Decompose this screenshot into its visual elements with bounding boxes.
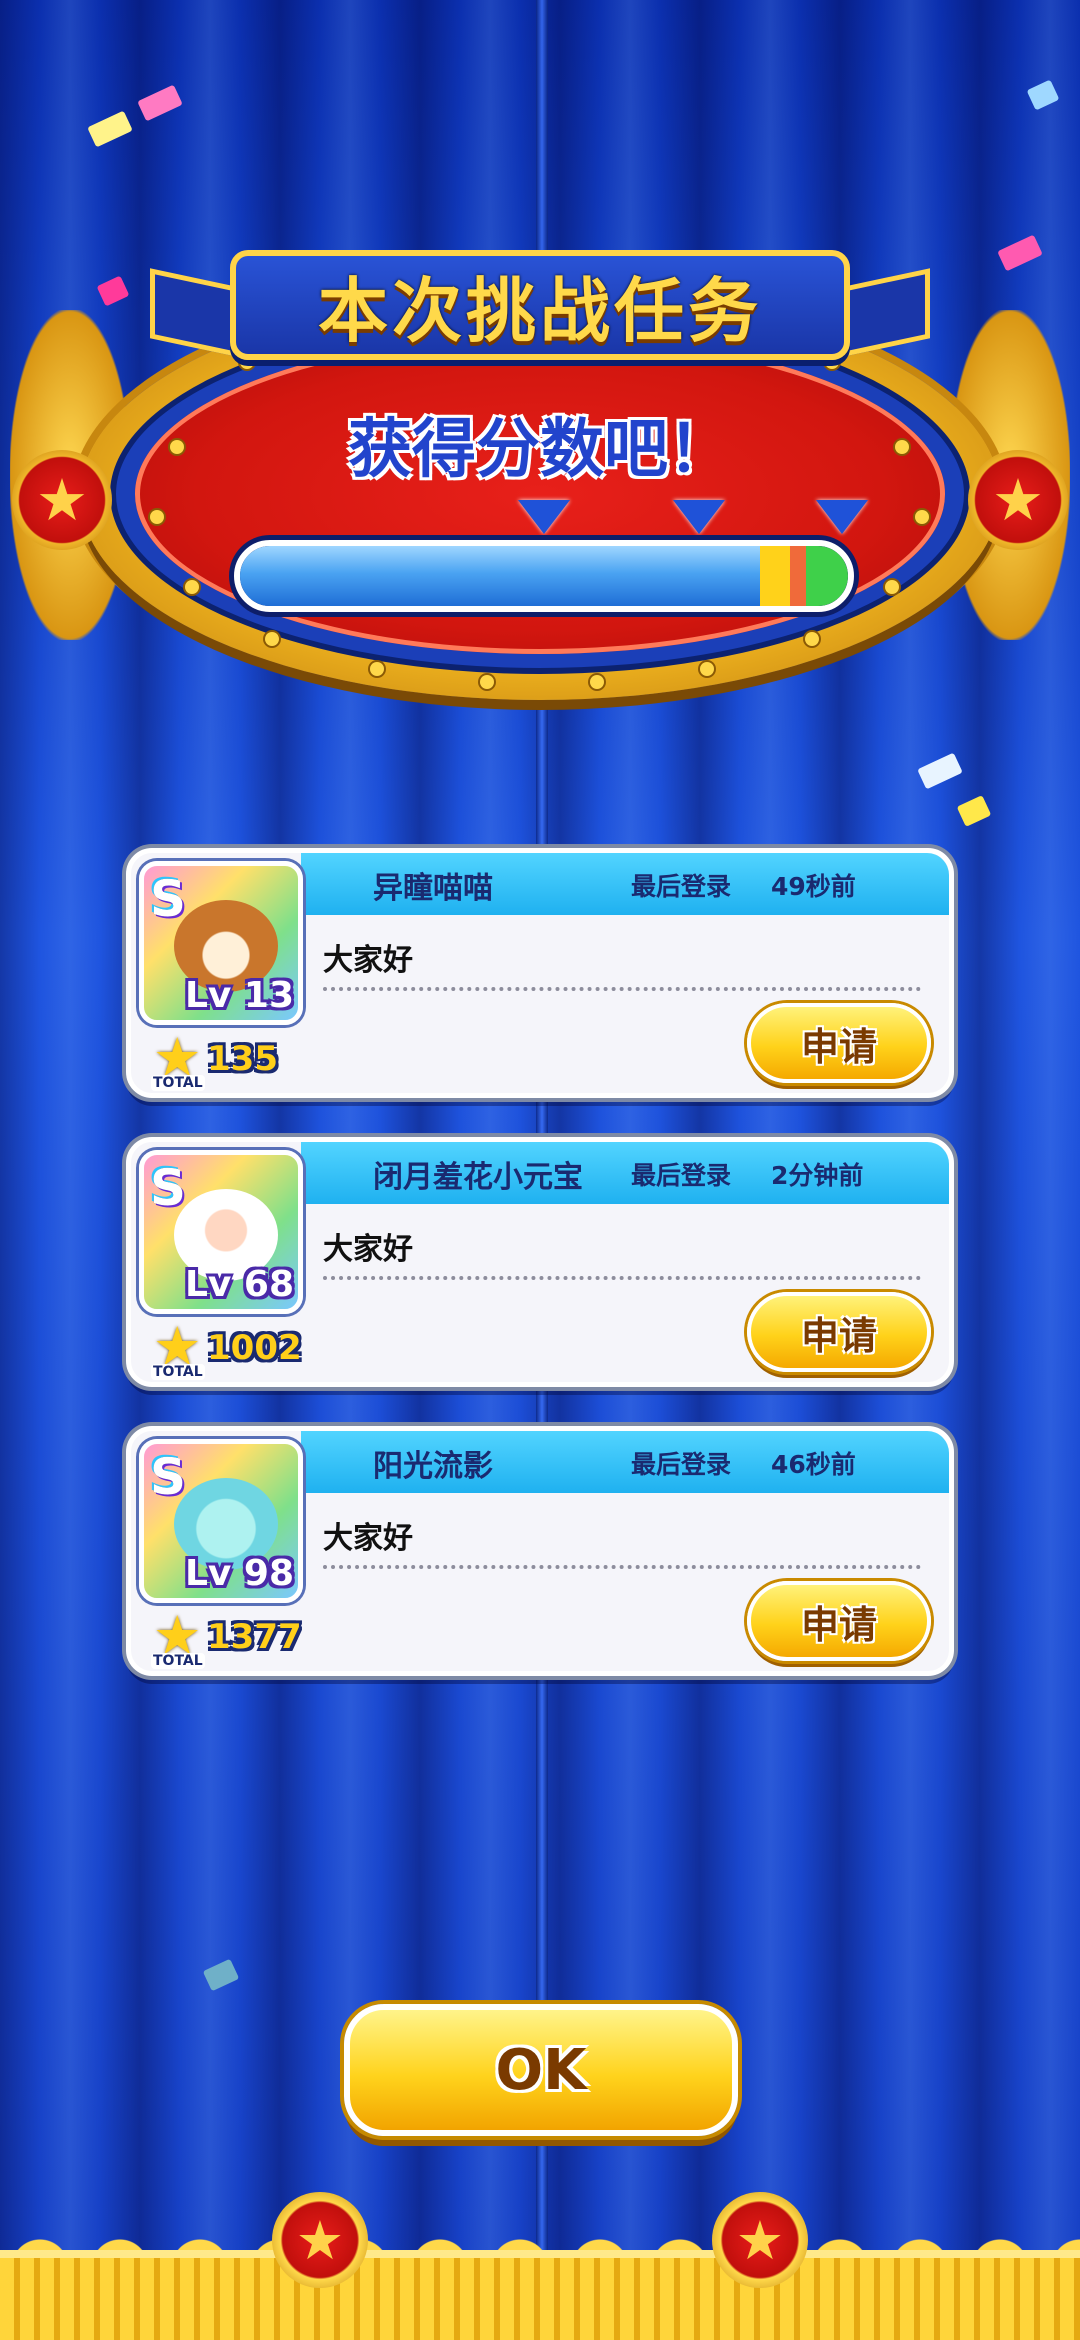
friend-avatar: S Lv 98 <box>139 1439 303 1603</box>
frame-light <box>265 632 279 646</box>
banner-title: 本次挑战任务 <box>318 269 762 352</box>
level-label: Lv 98 <box>184 1553 294 1594</box>
level-label: Lv 68 <box>184 1264 294 1305</box>
last-login-label: 最后登录 <box>631 1450 732 1479</box>
score-progress-bar <box>234 540 854 612</box>
frame-light <box>700 662 714 676</box>
confetti <box>202 1958 240 1992</box>
frame-light <box>590 675 604 689</box>
card-header: 闭月羞花小元宝 最后登录 2分钟前 <box>301 1142 949 1204</box>
frame-light <box>150 510 164 524</box>
last-login-time: 2分钟前 <box>771 1161 864 1190</box>
rank-badge: S <box>150 870 187 928</box>
milestone-marker-icon <box>518 500 570 534</box>
total-label: TOTAL <box>151 1364 205 1380</box>
apply-button[interactable]: 申请 <box>747 1292 931 1372</box>
last-login-time: 46秒前 <box>771 1450 856 1479</box>
frame-light <box>885 580 899 594</box>
friend-card: 闭月羞花小元宝 最后登录 2分钟前 S Lv 68 ★ TOTAL 1002 大… <box>126 1137 954 1387</box>
title-banner: 本次挑战任务 <box>230 250 850 360</box>
last-login-label: 最后登录 <box>631 1161 732 1190</box>
total-score: 135 <box>207 1039 278 1079</box>
progress-segment-yellow <box>760 546 790 606</box>
total-score: 1002 <box>207 1328 302 1368</box>
mission-panel: ★ ★ 本次挑战任务 获得分数吧！ <box>10 250 1070 740</box>
level-label: Lv 13 <box>184 975 294 1016</box>
frame-light <box>370 662 384 676</box>
friend-message: 大家好 <box>323 943 413 978</box>
progress-segment-red <box>790 546 806 606</box>
milestone-marker-icon <box>673 500 725 534</box>
stage-trim <box>0 2250 1080 2340</box>
frame-light <box>480 675 494 689</box>
confetti <box>917 752 963 790</box>
friend-card: 异瞳喵喵 最后登录 49秒前 S Lv 13 ★ TOTAL 135 大家好 申… <box>126 848 954 1098</box>
progress-fill <box>240 546 812 606</box>
ok-button[interactable]: OK <box>344 2004 738 2136</box>
friend-avatar: S Lv 13 <box>139 861 303 1025</box>
total-score: 1377 <box>207 1617 302 1657</box>
rank-badge: S <box>150 1159 187 1217</box>
friend-card: 阳光流影 最后登录 46秒前 S Lv 98 ★ TOTAL 1377 大家好 … <box>126 1426 954 1676</box>
confetti <box>137 84 183 122</box>
total-label: TOTAL <box>151 1075 205 1091</box>
apply-button[interactable]: 申请 <box>747 1003 931 1083</box>
frame-light <box>915 510 929 524</box>
rank-badge: S <box>150 1448 187 1506</box>
progress-segment-green <box>806 546 848 606</box>
friend-name: 异瞳喵喵 <box>373 871 493 906</box>
frame-light <box>805 632 819 646</box>
friend-avatar: S Lv 68 <box>139 1150 303 1314</box>
dotted-divider <box>323 1565 921 1569</box>
friend-message: 大家好 <box>323 1232 413 1267</box>
star-medal-icon: ★ <box>272 2192 368 2288</box>
confetti <box>956 795 992 827</box>
mission-text: 获得分数吧！ <box>348 413 732 487</box>
card-header: 异瞳喵喵 最后登录 49秒前 <box>301 853 949 915</box>
friend-name: 闭月羞花小元宝 <box>373 1160 583 1195</box>
last-login-label: 最后登录 <box>631 872 732 901</box>
total-label: TOTAL <box>151 1653 205 1669</box>
milestone-marker-icon <box>816 500 868 534</box>
star-medal-icon: ★ <box>712 2192 808 2288</box>
dotted-divider <box>323 987 921 991</box>
last-login-time: 49秒前 <box>771 872 856 901</box>
friend-message: 大家好 <box>323 1521 413 1556</box>
dotted-divider <box>323 1276 921 1280</box>
confetti <box>1026 79 1060 111</box>
apply-button[interactable]: 申请 <box>747 1581 931 1661</box>
frame-light <box>185 580 199 594</box>
confetti <box>87 110 133 148</box>
card-header: 阳光流影 最后登录 46秒前 <box>301 1431 949 1493</box>
friend-name: 阳光流影 <box>373 1449 493 1484</box>
